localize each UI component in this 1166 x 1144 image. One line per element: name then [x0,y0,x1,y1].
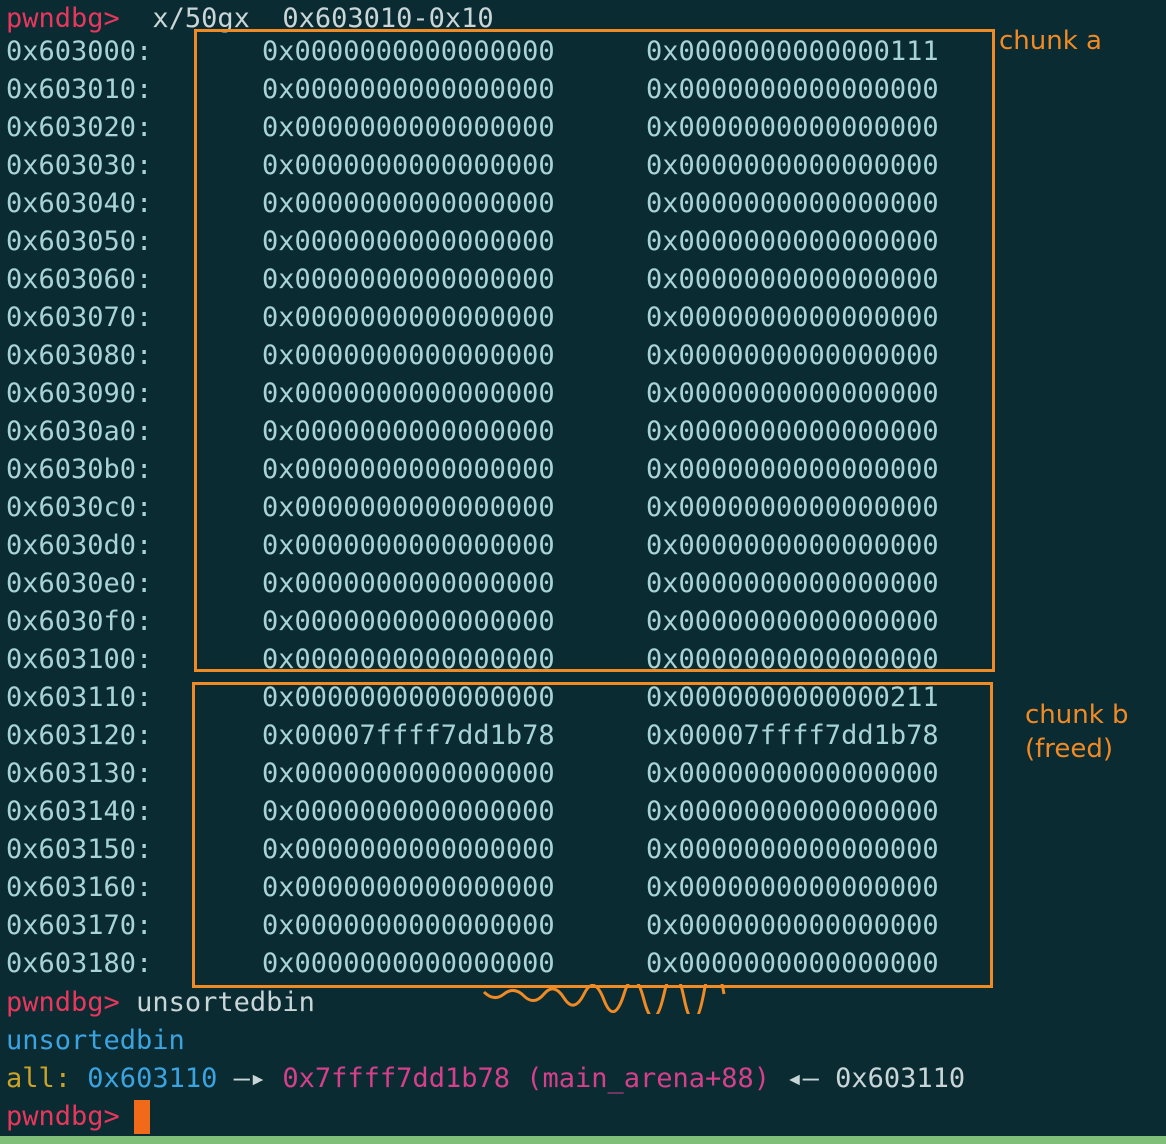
row-address: 0x6030e0: [6,568,153,599]
terminal-cursor [134,1100,150,1134]
row-address: 0x603030: [6,150,153,181]
bin-header: unsortedbin [6,1025,185,1056]
row-address: 0x603100: [6,644,153,675]
command-line-2: pwndbg> unsortedbin [6,984,315,1022]
row-address: 0x603020: [6,112,153,143]
row-address: 0x6030f0: [6,606,153,637]
row-address: 0x603070: [6,302,153,333]
arrow-right: —▸ [233,1063,267,1094]
arrow-left: ◂— [786,1063,819,1094]
command-text: unsortedbin [136,987,315,1018]
row-address: 0x603130: [6,758,153,789]
row-address: 0x603000: [6,36,153,67]
bin-entry-line: all: 0x603110 —▸ 0x7ffff7dd1b78 (main_ar… [6,1060,965,1098]
chunk-a-highlight [194,29,995,672]
row-address: 0x603170: [6,910,153,941]
row-address: 0x603050: [6,226,153,257]
bin-bk-address: 0x603110 [835,1063,966,1094]
row-address: 0x603180: [6,948,153,979]
row-address: 0x603120: [6,720,153,751]
row-address: 0x6030a0: [6,416,153,447]
squiggle-mark [482,984,726,1014]
row-address: 0x603010: [6,74,153,105]
command-line-3[interactable]: pwndbg> [6,1098,120,1136]
prompt: pwndbg> [6,1101,120,1132]
row-address: 0x603040: [6,188,153,219]
row-address: 0x6030b0: [6,454,153,485]
status-bar [0,1136,1166,1144]
bin-fd-address: 0x603110 [87,1063,218,1094]
bin-label: all: [6,1063,72,1094]
row-address: 0x6030c0: [6,492,153,523]
row-address: 0x603160: [6,872,153,903]
chunk-b-highlight [192,682,993,988]
row-address: 0x603110: [6,682,153,713]
row-address: 0x603060: [6,264,153,295]
row-address: 0x6030d0: [6,530,153,561]
row-address: 0x603140: [6,796,153,827]
prompt: pwndbg> [6,3,120,34]
row-address: 0x603150: [6,834,153,865]
arena-symbol: (main_arena+88) [526,1063,771,1094]
row-address: 0x603080: [6,340,153,371]
chunk-a-label: chunk a [999,26,1102,56]
prompt: pwndbg> [6,987,120,1018]
row-address: 0x603090: [6,378,153,409]
chunk-b-label: chunk b (freed) [1025,700,1129,764]
arena-address: 0x7ffff7dd1b78 [282,1063,510,1094]
